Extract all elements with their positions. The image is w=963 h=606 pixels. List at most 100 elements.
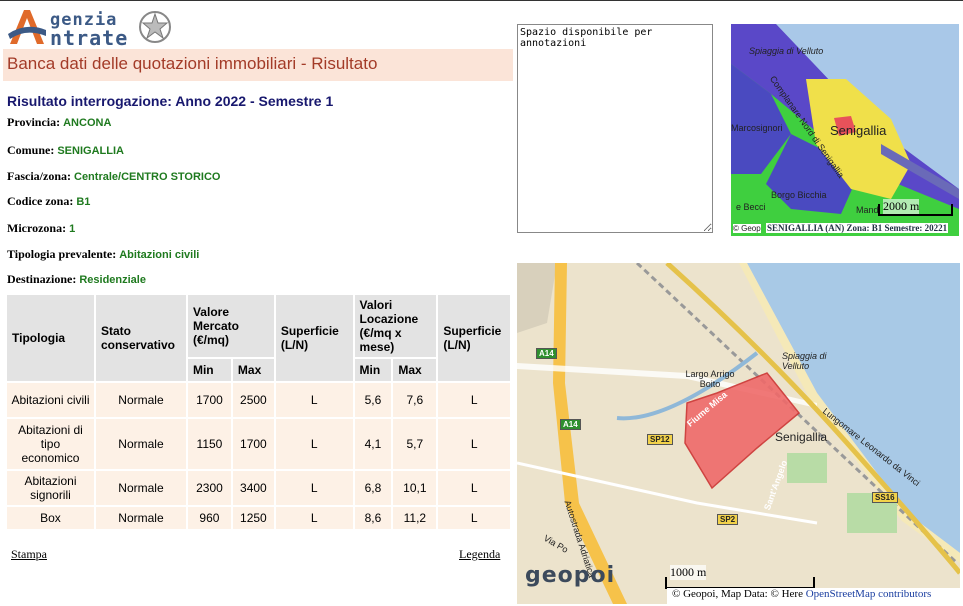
overview-map[interactable]: Spiaggia di Velluto Complanare Nord di S… [731, 24, 959, 236]
table-cell: 2300 [187, 471, 231, 505]
info-label: Codice zona: [7, 194, 74, 208]
table-cell: 6,8 [354, 471, 392, 505]
info-value: 1 [69, 223, 76, 235]
emblem-icon [139, 11, 171, 43]
osm-link[interactable]: OpenStreetMap contributors [806, 588, 932, 600]
info-label: Provincia: [7, 115, 61, 129]
info-label: Destinazione: [7, 272, 77, 286]
table-row: Box Normale 960 1250 L 8,6 11,2 L [7, 507, 510, 529]
table-cell: Abitazioni civili [7, 383, 94, 417]
table-cell: L [275, 507, 353, 529]
table-cell: Normale [95, 419, 186, 469]
table-cell: 960 [187, 507, 231, 529]
table-cell: 11,2 [393, 507, 437, 529]
map-label-borgo: Borgo Bicchia [771, 190, 827, 200]
agenzia-entrate-logo: genzia ntrate [6, 6, 176, 50]
info-value: ANCONA [63, 117, 112, 129]
table-cell: L [438, 419, 510, 469]
info-value: Centrale/CENTRO STORICO [74, 171, 221, 183]
road-tag-sp12: SP12 [647, 434, 673, 445]
header-superficie: Superficie (L/N) [275, 295, 353, 381]
table-cell: 10,1 [393, 471, 437, 505]
table-cell: 3400 [232, 471, 274, 505]
map-label-senigallia: Senigallia [830, 123, 887, 138]
map-label-becci: e Becci [736, 202, 766, 212]
info-value: Abitazioni civili [119, 249, 200, 261]
table-cell: 5,7 [393, 419, 437, 469]
table-cell: 8,6 [354, 507, 392, 529]
map-label-spiaggia-big: Spiaggia di Velluto [782, 351, 827, 371]
detail-scale-label: 1000 m [670, 565, 707, 580]
info-label: Microzona: [7, 221, 67, 235]
info-value: Residenziale [79, 274, 146, 286]
header-stato: Stato conservativo [95, 295, 186, 381]
info-label: Comune: [7, 143, 55, 157]
header-locazione: Valori Locazione (€/mq x mese) [354, 295, 437, 357]
info-label: Tipologia prevalente: [7, 247, 117, 261]
header-tipologia: Tipologia [7, 295, 94, 381]
table-cell: 1150 [187, 419, 231, 469]
table-cell: 1700 [232, 419, 274, 469]
overview-caption: SENIGALLIA (AN) Zona: B1 Semestre: 20221 [766, 223, 949, 233]
logo-line-2: ntrate [50, 26, 129, 50]
table-row: Abitazioni di tipo economico Normale 1150 1… [7, 419, 510, 469]
info-value: SENIGALLIA [57, 145, 124, 157]
info-fascia: Fascia/zona: Centrale/CENTRO STORICO [7, 169, 221, 184]
table-cell: 7,6 [393, 383, 437, 417]
table-cell: 1250 [232, 507, 274, 529]
info-codice: Codice zona: B1 [7, 194, 90, 209]
table-cell: Normale [95, 383, 186, 417]
stampa-link[interactable]: Stampa [11, 547, 47, 562]
table-cell: Normale [95, 507, 186, 529]
table-cell: 5,6 [354, 383, 392, 417]
table-cell: L [275, 471, 353, 505]
table-cell: Abitazioni signorili [7, 471, 94, 505]
info-tipologia: Tipologia prevalente: Abitazioni civili [7, 247, 199, 262]
map-label-senigallia-big: Senigallia [775, 430, 828, 444]
table-cell: Box [7, 507, 94, 529]
road-tag-a14-2: A14 [560, 419, 581, 430]
detail-attribution: © Geopoi, Map Data: © Here OpenStreetMap… [667, 588, 960, 604]
info-comune: Comune: SENIGALLIA [7, 143, 124, 158]
info-microzona: Microzona: 1 [7, 221, 75, 236]
table-row: Abitazioni signorili Normale 2300 3400 L 6,8 1… [7, 471, 510, 505]
header-min-2: Min [354, 359, 392, 381]
page-title-band: Banca dati delle quotazioni immobiliari … [3, 49, 513, 81]
table-cell: 2500 [232, 383, 274, 417]
map-label-mand: Mand [856, 205, 879, 215]
map-label-marcosignori: Marcosignori [731, 123, 783, 133]
table-cell: L [438, 507, 510, 529]
info-provincia: Provincia: ANCONA [7, 115, 111, 130]
map-label-largo: Largo Arrigo Boito [685, 369, 735, 389]
notes-textarea[interactable] [517, 24, 713, 233]
result-title: Risultato interrogazione: Anno 2022 - Se… [7, 93, 334, 109]
attribution-text: © Geopoi, Map Data: © Here [672, 588, 803, 600]
table-cell: L [275, 383, 353, 417]
detail-map[interactable]: Largo Arrigo Boito Spiaggia di Velluto F… [517, 263, 960, 604]
overview-attribution: © Geop [733, 224, 761, 233]
overview-scale-label: 2000 m [883, 199, 920, 214]
page-title: Banca dati delle quotazioni immobiliari … [7, 54, 378, 73]
table-cell: 4,1 [354, 419, 392, 469]
table-cell: Abitazioni di tipo economico [7, 419, 94, 469]
header-max: Max [232, 359, 274, 381]
table-row: Abitazioni civili Normale 1700 2500 L 5,6 7,6 L [7, 383, 510, 417]
road-tag-ss16: SS16 [872, 492, 898, 503]
quotations-table: Tipologia Stato conservativo Valore Merc… [5, 293, 512, 531]
legenda-link[interactable]: Legenda [459, 547, 500, 562]
table-cell: Normale [95, 471, 186, 505]
info-destinazione: Destinazione: Residenziale [7, 272, 146, 287]
info-value: B1 [76, 196, 91, 208]
header-valore: Valore Mercato (€/mq) [187, 295, 274, 357]
table-cell: L [438, 383, 510, 417]
table-cell: 1700 [187, 383, 231, 417]
table-cell: L [438, 471, 510, 505]
road-tag-a14-1: A14 [536, 348, 557, 359]
table-cell: L [275, 419, 353, 469]
table-body: Abitazioni civili Normale 1700 2500 L 5,6 7,6 L… [7, 383, 510, 529]
header-max-2: Max [393, 359, 437, 381]
info-label: Fascia/zona: [7, 169, 71, 183]
geopoi-brand-logo: geopoi [525, 563, 616, 588]
map-label-spiaggia: Spiaggia di Velluto [749, 46, 824, 56]
header-min: Min [187, 359, 231, 381]
